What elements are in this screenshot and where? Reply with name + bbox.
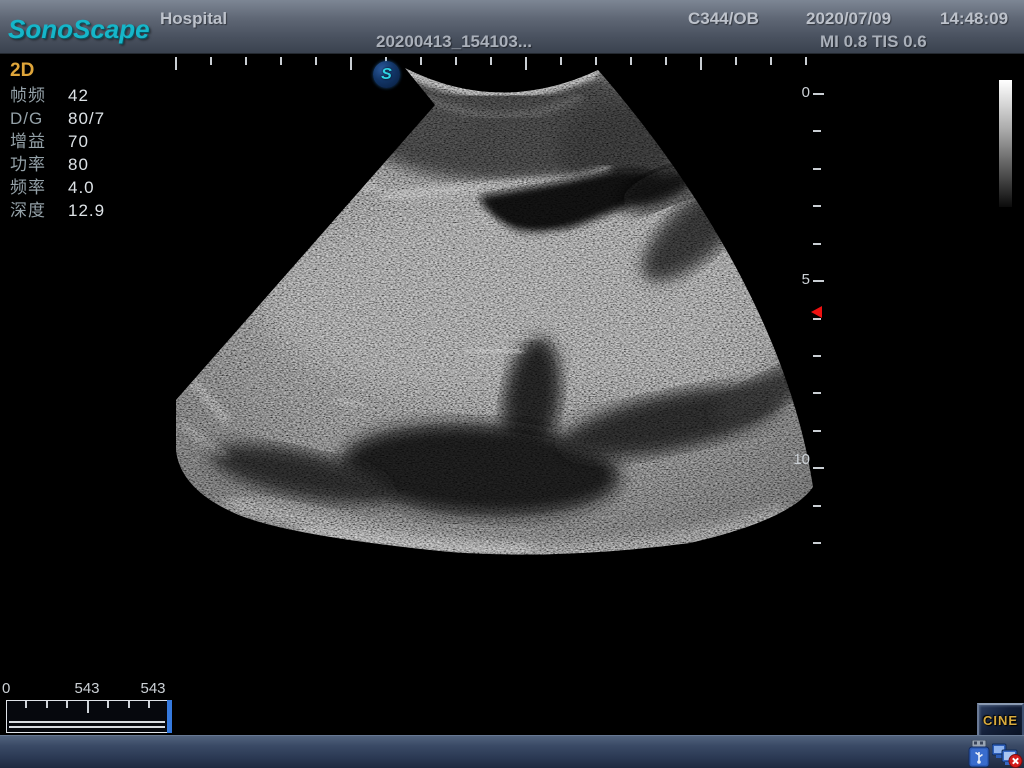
depth-tick: [813, 467, 824, 469]
depth-tick: [813, 318, 821, 320]
ruler-tick: [560, 57, 562, 65]
ruler-tick: [770, 57, 772, 65]
ruler-tick: [525, 57, 527, 70]
param-row: 深度 12.9: [10, 200, 160, 222]
depth-tick: [813, 505, 821, 507]
cine-scrubber[interactable]: [6, 700, 170, 733]
mi-tis-values: MI 0.8 TIS 0.6: [820, 32, 927, 51]
cine-tick: [107, 701, 109, 708]
param-value: 12.9: [68, 200, 105, 222]
param-label: 频率: [10, 177, 46, 199]
cine-tick: [66, 701, 68, 708]
cine-current-frame: 543: [66, 681, 108, 697]
network-offline-icon[interactable]: [992, 742, 1023, 768]
exam-id: 20200413_154103...: [376, 32, 532, 51]
param-value: 80: [68, 154, 89, 176]
ruler-tick: [595, 57, 597, 65]
time-display: 14:48:09: [940, 9, 1008, 28]
param-row: D/G 80/7: [10, 108, 160, 130]
ruler-tick: [315, 57, 317, 65]
ruler-tick: [420, 57, 422, 65]
depth-tick: [813, 243, 821, 245]
date-display: 2020/07/09: [806, 9, 891, 28]
param-label: 帧频: [10, 85, 46, 107]
cine-track-line: [9, 726, 165, 728]
brand-logo: SonoScape: [8, 15, 150, 43]
cine-tick: [46, 701, 48, 708]
param-value: 70: [68, 131, 89, 153]
param-label: D/G: [10, 108, 43, 130]
param-label: 深度: [10, 200, 46, 222]
depth-label: 10: [778, 452, 810, 467]
ruler-tick: [665, 57, 667, 65]
param-row: 功率 80: [10, 154, 160, 176]
ruler-tick: [175, 57, 177, 70]
param-value: 42: [68, 85, 89, 107]
grayscale-bar: [999, 80, 1012, 207]
depth-tick: [813, 542, 821, 544]
ruler-tick: [805, 57, 807, 65]
cine-start-frame: 0: [2, 681, 10, 697]
cine-tick: [87, 701, 89, 713]
param-row: 帧频 42: [10, 85, 160, 107]
depth-tick: [813, 392, 821, 394]
cine-total-frames: 543: [132, 681, 174, 697]
focus-marker-icon[interactable]: [811, 306, 822, 318]
param-value: 80/7: [68, 108, 105, 130]
ruler-tick: [700, 57, 702, 70]
param-row: 增益 70: [10, 131, 160, 153]
cine-track-line: [9, 721, 165, 723]
header-bar: SonoScape Hospital 20200413_154103... C3…: [0, 0, 1024, 54]
depth-tick: [813, 93, 824, 95]
cine-button[interactable]: CINE: [977, 703, 1024, 739]
ruler-tick: [455, 57, 457, 65]
ruler-tick: [350, 57, 352, 70]
ultrasound-screen: SonoScape Hospital 20200413_154103... C3…: [0, 0, 1024, 768]
param-value: 4.0: [68, 177, 95, 199]
depth-tick: [813, 430, 821, 432]
orientation-marker-icon: S: [373, 61, 400, 88]
depth-tick: [813, 205, 821, 207]
hospital-name: Hospital: [160, 9, 227, 28]
depth-tick: [813, 280, 824, 282]
ruler-tick: [245, 57, 247, 65]
cine-tick: [25, 701, 27, 708]
usb-device-icon[interactable]: [967, 740, 991, 768]
param-row: 频率 4.0: [10, 177, 160, 199]
cine-position-cursor[interactable]: [167, 700, 172, 733]
depth-label: 5: [778, 272, 810, 287]
cine-tick: [128, 701, 130, 708]
param-label: 功率: [10, 154, 46, 176]
ruler-tick: [735, 57, 737, 65]
ruler-tick: [490, 57, 492, 65]
mode-label: 2D: [10, 60, 34, 82]
ruler-tick: [630, 57, 632, 65]
taskbar: [0, 735, 1024, 768]
depth-tick: [813, 168, 821, 170]
param-label: 增益: [10, 131, 46, 153]
depth-tick: [813, 130, 821, 132]
depth-tick: [813, 355, 821, 357]
cine-tick: [148, 701, 150, 708]
fan-sector: [150, 50, 850, 570]
ruler-tick: [210, 57, 212, 65]
ruler-tick: [280, 57, 282, 65]
probe-preset: C344/OB: [688, 9, 759, 28]
depth-label: 0: [778, 85, 810, 100]
